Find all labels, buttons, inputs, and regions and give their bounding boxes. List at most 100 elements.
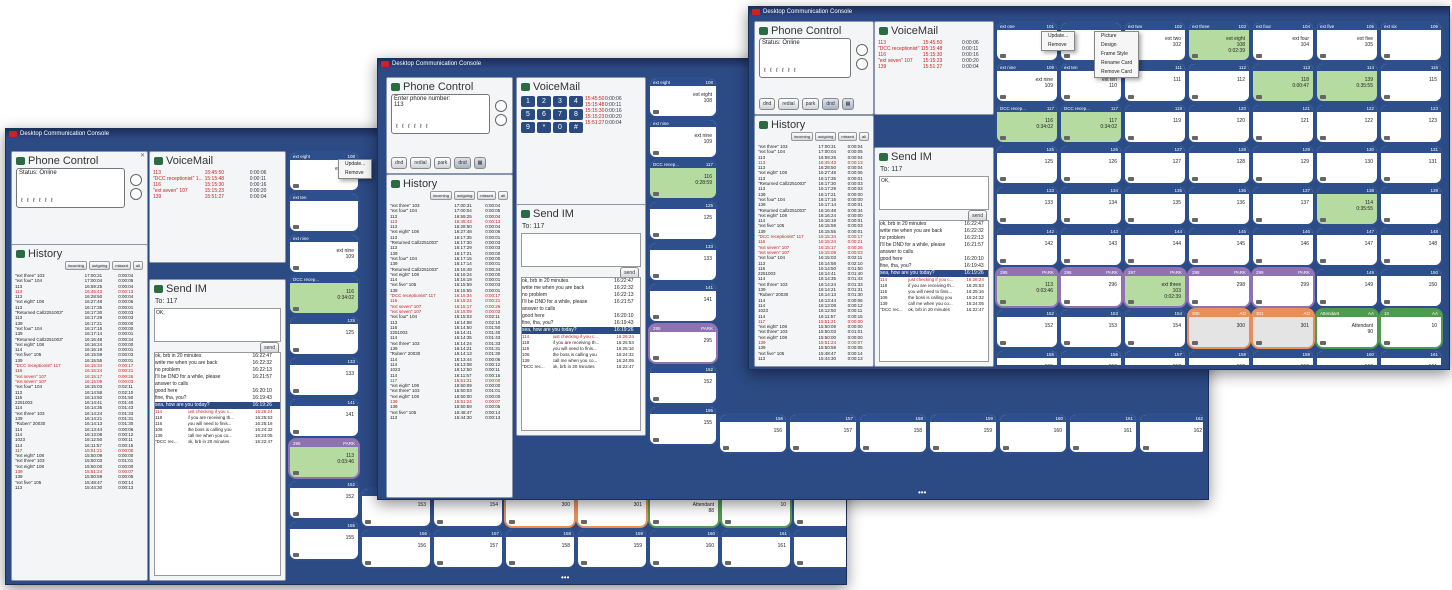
keypad-key[interactable]: 6 xyxy=(537,109,551,120)
extension-card[interactable]: ext ten xyxy=(288,192,360,233)
extension-card[interactable]: 156 156 xyxy=(718,413,788,454)
im-input[interactable]: OK, xyxy=(879,176,989,210)
filter-outgoing[interactable]: outgoing xyxy=(88,261,111,270)
im-input[interactable]: OK, xyxy=(154,308,281,342)
extension-card[interactable]: 295 PARK 295 xyxy=(648,323,718,364)
keypad-key[interactable]: 9 xyxy=(521,122,535,133)
extension-card[interactable]: DCC recep... 117 116 0:28:59 xyxy=(648,159,718,200)
extension-card[interactable]: 295 PARK 113 0:03:46 xyxy=(995,267,1059,308)
park-button[interactable]: park xyxy=(801,98,820,110)
extension-card[interactable]: ext nine ext nine 109 xyxy=(288,233,360,274)
keypad-button[interactable]: ▦ xyxy=(473,157,487,169)
history-row[interactable]: 113 15:44:30 0:00:13 xyxy=(390,415,509,420)
extension-card[interactable]: 160 160 xyxy=(998,413,1068,454)
filter-all[interactable]: all xyxy=(497,191,508,200)
number-entry[interactable]: Enter phone number: 113 ℓℓℓℓℓℓ xyxy=(391,94,490,134)
im-log-row[interactable]: "DCC rec... ok, brb in 20 minutes 16:22:47 xyxy=(155,439,280,445)
extension-card[interactable]: 148 148 xyxy=(1379,226,1443,267)
im-message[interactable]: good here 16:20:10 xyxy=(880,256,988,263)
dnd-button[interactable]: dnd xyxy=(759,98,776,110)
history-row[interactable]: 113 15:44:30 0:00:13 xyxy=(758,356,870,361)
extension-card[interactable]: ext nine ext nine 109 xyxy=(648,118,718,159)
dnd-button[interactable]: dnd xyxy=(391,157,408,169)
menu-item-update[interactable]: Update... xyxy=(1042,32,1074,41)
im-message[interactable]: answer to calls xyxy=(155,381,280,388)
im-message[interactable]: I'll be DND for a while, please 16:21:57 xyxy=(522,299,640,306)
status-display[interactable]: Status: Online ℓℓℓℓℓℓ xyxy=(759,38,851,78)
im-message[interactable]: write me when you are back 16:22:32 xyxy=(880,228,988,235)
filter-missed[interactable]: missed xyxy=(477,191,496,200)
submenu-remove-card[interactable]: Remove Card xyxy=(1095,68,1138,77)
extension-card[interactable]: 154 154 xyxy=(1123,308,1187,349)
extension-card[interactable]: 144 144 xyxy=(1123,226,1187,267)
extension-card[interactable]: 141 141 xyxy=(288,397,360,438)
extension-card[interactable]: Attendant AA Attendant 90 xyxy=(1315,308,1379,349)
extension-card[interactable]: ext three 103 ext eight 108 0:02:39 xyxy=(1187,21,1251,62)
im-message[interactable]: write me when you are back 16:22:32 xyxy=(522,285,640,292)
im-message[interactable]: no problem 16:22:13 xyxy=(880,235,988,242)
submenu-design[interactable]: Design xyxy=(1095,41,1138,50)
keypad-button[interactable]: ▦ xyxy=(841,98,855,110)
extension-card[interactable]: 159 159 xyxy=(1251,349,1315,365)
extension-card[interactable]: 121 121 xyxy=(1251,103,1315,144)
submenu-rename-card[interactable]: Rename Card xyxy=(1095,59,1138,68)
keypad-key[interactable]: 3 xyxy=(553,96,567,107)
extension-card[interactable]: 145 145 xyxy=(1187,226,1251,267)
filter-missed[interactable]: missed xyxy=(112,261,131,270)
extension-card[interactable]: ext nine 109 ext nine 109 xyxy=(995,62,1059,103)
extension-card[interactable]: 152 152 xyxy=(288,479,360,520)
filter-all[interactable]: all xyxy=(858,132,869,141)
extension-card[interactable]: ext six 106 xyxy=(1379,21,1443,62)
extension-card[interactable]: 134 134 xyxy=(1059,185,1123,226)
extension-card[interactable]: 157 157 xyxy=(1123,349,1187,365)
extension-card[interactable]: 152 152 xyxy=(995,308,1059,349)
extension-card[interactable]: DCC recep... 117 117 0:34:02 xyxy=(1059,103,1123,144)
keypad-key[interactable]: 7 xyxy=(553,109,567,120)
extension-card[interactable]: DCC recep... 117 116 0:34:02 xyxy=(995,103,1059,144)
keypad-key[interactable]: 2 xyxy=(537,96,551,107)
im-log-row[interactable]: "DCC rec... ok, brb in 20 minutes 16:22:47 xyxy=(522,364,640,370)
extension-card[interactable]: 115 115 xyxy=(1379,62,1443,103)
filter-incoming[interactable]: incoming xyxy=(429,191,452,200)
extension-card[interactable]: 112 112 xyxy=(1187,62,1251,103)
keypad-key[interactable]: # xyxy=(569,122,583,133)
menu-item-update[interactable]: Update... xyxy=(339,160,371,169)
more-indicator[interactable]: ••• xyxy=(918,488,926,497)
extension-card[interactable]: 159 159 xyxy=(576,528,648,569)
extension-card[interactable]: 120 120 xyxy=(1187,103,1251,144)
keypad-key[interactable]: 5 xyxy=(521,109,535,120)
extension-card[interactable]: 143 143 xyxy=(1059,226,1123,267)
redial-button[interactable]: redial xyxy=(410,157,431,169)
im-message[interactable]: ok, brb in 20 minutes 16:22:47 xyxy=(155,353,280,360)
extension-card[interactable]: 162 162 xyxy=(1138,413,1203,454)
vm-row[interactable]: 139 15:51:27 0:00:04 xyxy=(153,194,282,200)
extension-card[interactable]: ext four 104 ext four 104 xyxy=(1251,21,1315,62)
im-message[interactable]: sea, how are you today? 16:19:26 xyxy=(880,270,988,277)
extension-card[interactable]: 125 125 xyxy=(648,200,718,241)
extension-card[interactable]: 159 159 xyxy=(928,413,998,454)
hangup-icon[interactable] xyxy=(130,188,142,200)
extension-card[interactable]: 126 126 xyxy=(1059,144,1123,185)
extension-card[interactable]: 119 119 xyxy=(1123,103,1187,144)
extension-card[interactable]: 113 118 0:00:47 xyxy=(1251,62,1315,103)
call-icon[interactable] xyxy=(130,174,142,186)
extension-card[interactable]: 155 155 xyxy=(288,520,360,561)
extension-card[interactable]: 10 AA 10 xyxy=(1379,308,1443,349)
extension-card[interactable]: 137 137 xyxy=(1251,185,1315,226)
extension-card[interactable]: 142 142 xyxy=(995,226,1059,267)
im-message[interactable]: fine, tha, you? 16:19:43 xyxy=(880,263,988,270)
filter-outgoing[interactable]: outgoing xyxy=(814,132,837,141)
extension-card[interactable]: 139 xyxy=(1379,185,1443,226)
extension-card[interactable]: 125 125 xyxy=(288,315,360,356)
extension-card[interactable]: 157 157 xyxy=(788,413,858,454)
extension-card[interactable]: 157 157 xyxy=(432,528,504,569)
extension-card[interactable]: 296 PARK 296 xyxy=(1059,267,1123,308)
extension-card[interactable]: 133 133 xyxy=(995,185,1059,226)
extension-card[interactable]: 301 AO 301 xyxy=(1251,308,1315,349)
more-indicator[interactable]: ••• xyxy=(1214,358,1222,367)
extension-card[interactable]: DCC recep... 116 0:34:02 xyxy=(288,274,360,315)
dnd-button-2[interactable]: dnd xyxy=(822,98,839,110)
extension-card[interactable]: ext five 105 ext five 105 xyxy=(1315,21,1379,62)
keypad-key[interactable]: 1 xyxy=(521,96,535,107)
extension-card[interactable]: 156 156 xyxy=(360,528,432,569)
